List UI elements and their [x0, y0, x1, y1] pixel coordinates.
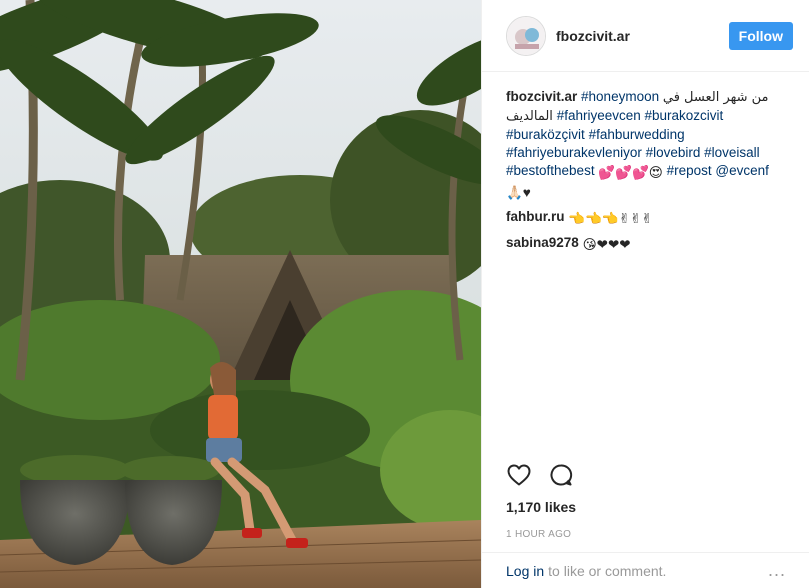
login-prompt-text: to like or comment. [548, 562, 667, 579]
hashtag-link[interactable]: #repost [667, 163, 712, 178]
instagram-post: fbozcivit.ar Follow fbozcivit.ar #honeym… [0, 0, 809, 588]
hashtag-link[interactable]: #fahriyeburakevleniyor [506, 145, 642, 160]
comment-item: fahbur.ru 👈👈👈✌✌✌ [506, 208, 785, 228]
caption-emoji: 💕💕💕😍 [598, 165, 663, 180]
hashtag-link[interactable]: #buraközçivit [506, 127, 585, 142]
likes-count[interactable]: 1,170 likes [506, 499, 786, 515]
hashtag-link[interactable]: #loveisall [704, 145, 760, 160]
post-header: fbozcivit.ar Follow [482, 0, 809, 72]
comment-text: 😘❤❤❤ [582, 237, 631, 252]
post-actions: 1,170 likes 1 HOUR AGO [482, 458, 809, 540]
comment-author[interactable]: fahbur.ru [506, 209, 565, 224]
avatar-image-icon [507, 16, 545, 55]
username[interactable]: fbozcivit.ar [556, 28, 729, 44]
hashtag-link[interactable]: #fahburwedding [589, 127, 685, 142]
hashtag-link[interactable]: #bestofthebest [506, 163, 595, 178]
avatar[interactable] [506, 15, 546, 56]
comment-icon[interactable] [548, 462, 574, 488]
login-bar: Log in to like or comment. ... [482, 552, 809, 588]
comment-text: 👈👈👈✌✌✌ [568, 211, 653, 226]
hashtag-link[interactable]: #fahriyeevcen [557, 108, 641, 123]
comment-author[interactable]: sabina9278 [506, 235, 579, 250]
login-link[interactable]: Log in [506, 563, 544, 579]
follow-button[interactable]: Follow [728, 21, 793, 50]
comments-list: fbozcivit.ar #honeymoon من شهر العسل في … [482, 72, 809, 450]
post-side-panel: fbozcivit.ar Follow fbozcivit.ar #honeym… [481, 0, 809, 588]
action-icons [506, 458, 786, 492]
comment-item: sabina9278 😘❤❤❤ [506, 234, 785, 254]
more-options-icon[interactable]: ... [768, 560, 786, 581]
heart-icon[interactable] [506, 462, 532, 488]
post-photo[interactable] [0, 0, 481, 588]
post-timestamp[interactable]: 1 HOUR AGO [506, 529, 786, 540]
photo-illustration [0, 0, 481, 588]
hashtag-link[interactable]: #honeymoon [581, 89, 659, 104]
caption: fbozcivit.ar #honeymoon من شهر العسل في … [506, 88, 785, 202]
hashtag-link[interactable]: #burakozcivit [645, 108, 724, 123]
caption-author[interactable]: fbozcivit.ar [506, 89, 577, 104]
hashtag-link[interactable]: #lovebird [646, 145, 701, 160]
mention-link[interactable]: @evcenf [715, 163, 768, 178]
caption-emoji: 🙏🏻♥ [506, 185, 531, 200]
